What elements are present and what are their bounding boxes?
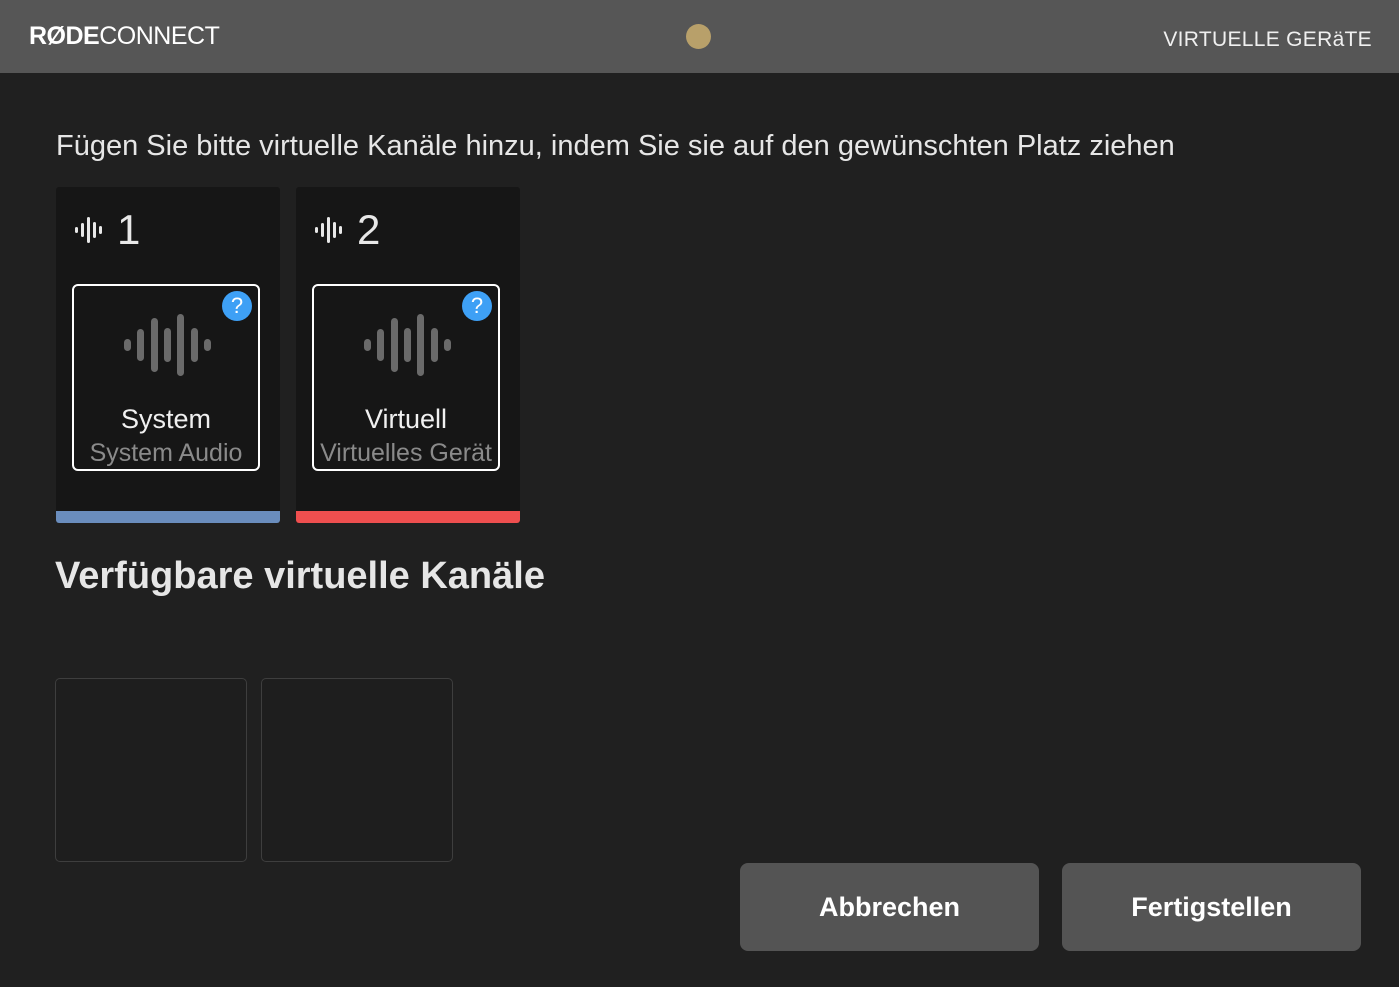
channel-name: Virtuell (364, 404, 448, 434)
channel-header: 2 (314, 207, 380, 253)
cancel-button[interactable]: Abbrechen (740, 863, 1039, 951)
logo-brand: RØDE (29, 22, 100, 50)
help-icon[interactable]: ? (462, 291, 492, 321)
channel-number: 1 (117, 206, 141, 253)
channel-card-2: 2 ? Virtuell Virtuelles Gerät (296, 187, 520, 523)
available-channels-heading: Verfügbare virtuelle Kanäle (55, 555, 545, 597)
channel-color-stripe (296, 511, 520, 523)
instruction-text: Fügen Sie bitte virtuelle Kanäle hinzu, … (56, 130, 1175, 162)
help-icon[interactable]: ? (222, 291, 252, 321)
channel-color-stripe (56, 511, 280, 523)
logo-product: CONNECT (99, 22, 220, 50)
channel-number: 2 (357, 206, 381, 253)
channel-device: Virtuelles Gerät (320, 439, 492, 467)
available-channel-slot-1[interactable] (55, 678, 247, 862)
status-indicator-dot (686, 24, 711, 49)
page-title: VIRTUELLE GERäTE (1163, 28, 1372, 51)
finish-button[interactable]: Fertigstellen (1062, 863, 1361, 951)
top-bar: RØDECONNECT VIRTUELLE GERäTE (0, 0, 1399, 73)
waveform-icon (75, 217, 102, 243)
channel-slot-virtual[interactable]: ? Virtuell Virtuelles Gerät (312, 284, 500, 471)
channel-name: System (120, 404, 212, 434)
channel-header: 1 (74, 207, 140, 253)
channel-slot-system[interactable]: ? System System Audio (72, 284, 260, 471)
audio-waveform-icon (364, 314, 451, 376)
available-channel-slot-2[interactable] (261, 678, 453, 862)
rode-connect-logo: RØDECONNECT (29, 22, 220, 51)
channel-device: System Audio (89, 439, 243, 467)
waveform-icon (315, 217, 342, 243)
audio-waveform-icon (124, 314, 211, 376)
channel-card-1: 1 ? System System Audio (56, 187, 280, 523)
